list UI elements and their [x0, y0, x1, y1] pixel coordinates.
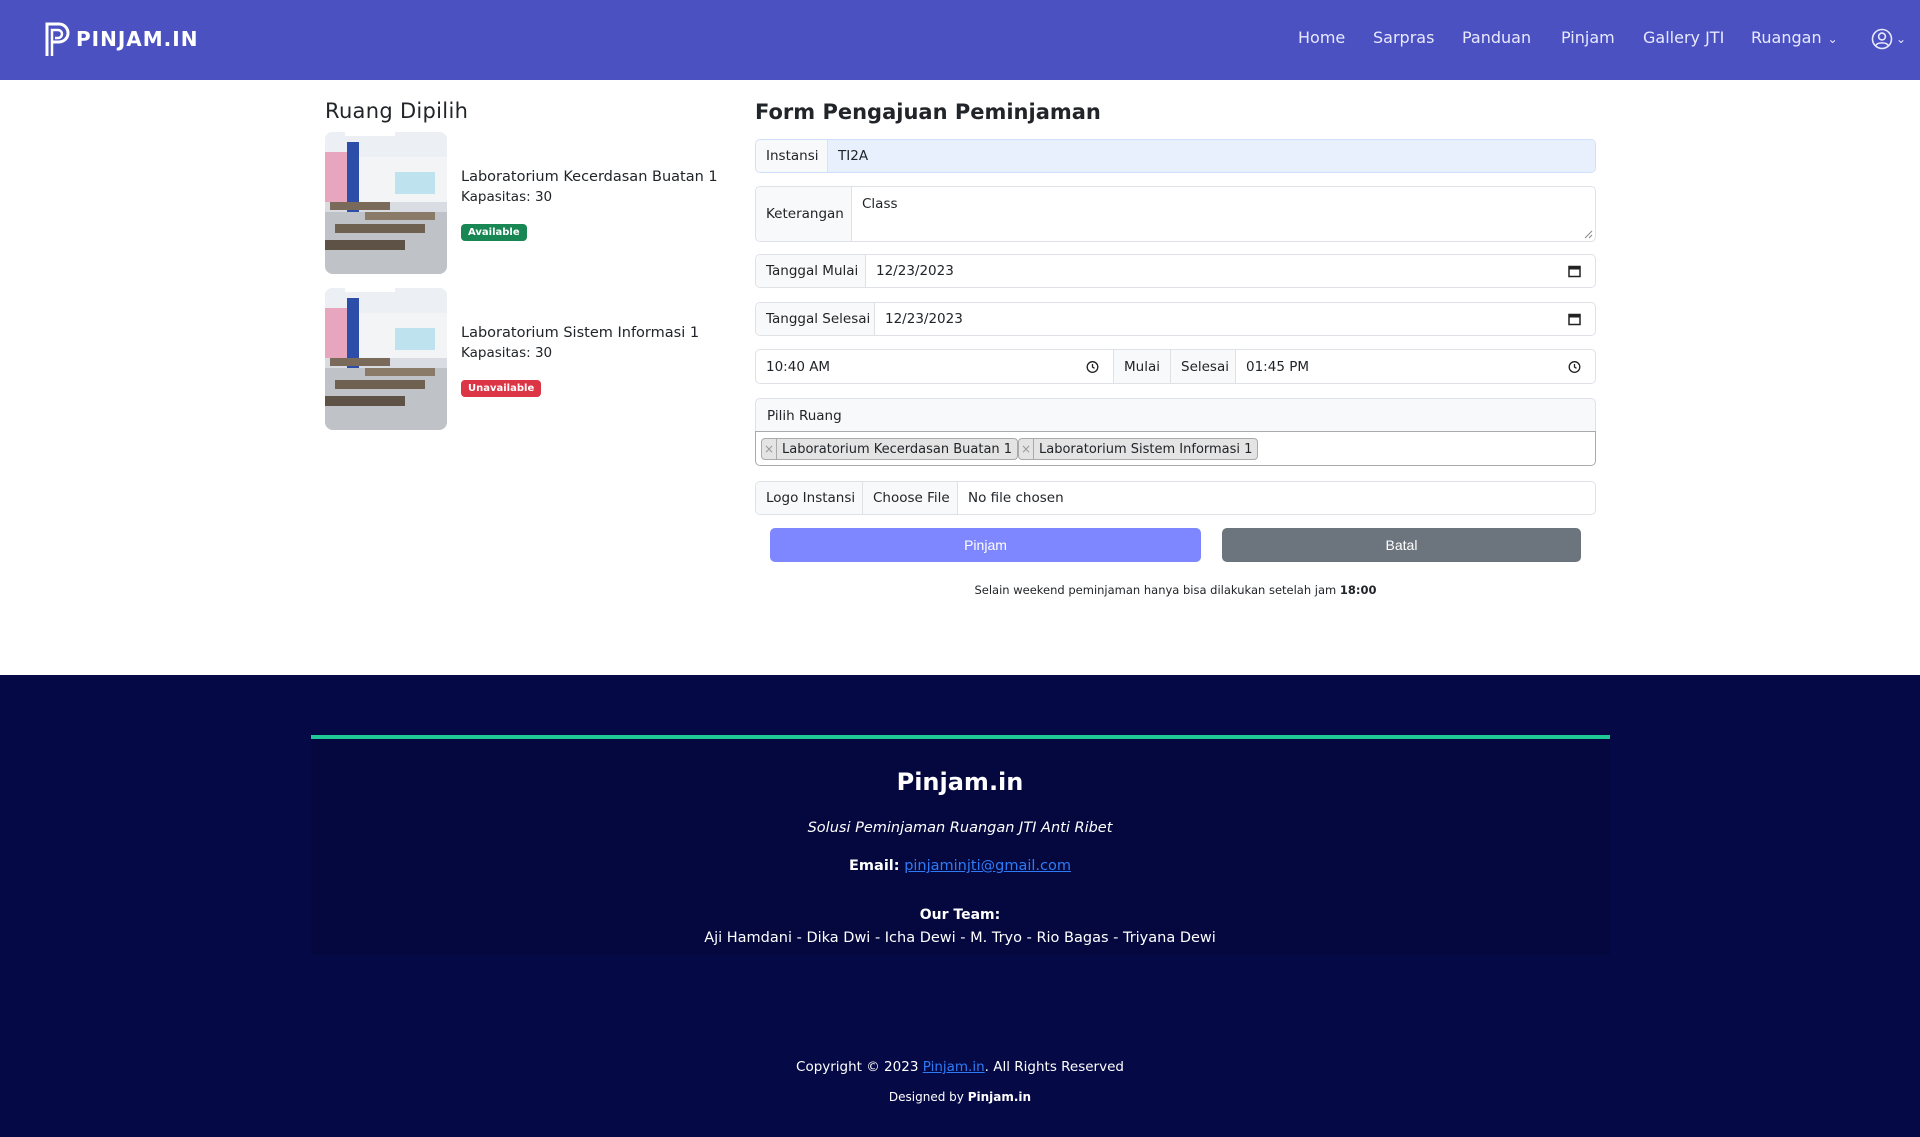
email-link[interactable]: pinjaminjti@gmail.com	[904, 858, 1071, 874]
team-label: Our Team:	[919, 907, 1001, 923]
room-capacity: Kapasitas: 30	[461, 345, 553, 361]
copyright-suffix: . All Rights Reserved	[984, 1059, 1124, 1075]
designed-by: Designed by Pinjam.in	[0, 1090, 1920, 1104]
tanggal-mulai-value: 12/23/2023	[876, 263, 954, 279]
keterangan-group: Keterangan Class	[755, 186, 1596, 242]
remove-chip-icon[interactable]: ×	[1019, 439, 1034, 459]
designed-name: Pinjam.in	[967, 1090, 1032, 1104]
status-badge: Available	[461, 224, 527, 241]
team-members: Aji Hamdani - Dika Dwi - Icha Dewi - M. …	[704, 930, 1216, 946]
chip-label: Laboratorium Kecerdasan Buatan 1	[782, 441, 1013, 457]
calendar-icon[interactable]	[1568, 313, 1581, 326]
waktu-mulai-input[interactable]: 10:40 AM	[756, 350, 1114, 383]
chevron-down-icon: ⌄	[1827, 32, 1838, 46]
tanggal-selesai-value: 12/23/2023	[885, 311, 963, 327]
chip-label: Laboratorium Sistem Informasi 1	[1039, 441, 1253, 457]
waktu-group: 10:40 AM Mulai Selesai 01:45 PM	[755, 349, 1596, 384]
status-badge: Unavailable	[461, 380, 542, 397]
tanggal-mulai-group: Tanggal Mulai 12/23/2023	[755, 254, 1596, 288]
pinjam-button[interactable]: Pinjam	[770, 528, 1201, 562]
instansi-label: Instansi	[756, 140, 828, 172]
user-menu[interactable]: ⌄	[1871, 28, 1906, 50]
remove-chip-icon[interactable]: ×	[762, 439, 777, 459]
clock-icon[interactable]	[1568, 360, 1581, 373]
room-name: Laboratorium Kecerdasan Buatan 1	[461, 169, 718, 185]
note-time: 18:00	[1339, 583, 1377, 597]
nav-ruangan-label: Ruangan	[1751, 28, 1822, 47]
waktu-selesai-input[interactable]: 01:45 PM	[1236, 350, 1595, 383]
file-status: No file chosen	[968, 490, 1064, 506]
room-capacity: Kapasitas: 30	[461, 189, 553, 205]
waktu-mulai-value: 10:40 AM	[766, 358, 831, 375]
nav-gallery-jti[interactable]: Gallery JTI	[1643, 28, 1724, 47]
logo-instansi-label: Logo Instansi	[756, 482, 863, 514]
pilih-ruang-label: Pilih Ruang	[755, 398, 1596, 432]
form-title: Form Pengajuan Peminjaman	[755, 100, 1101, 124]
choose-file-button[interactable]: Choose File	[863, 482, 958, 514]
footer-email: Email: pinjaminjti@gmail.com	[0, 858, 1920, 874]
waktu-selesai-value: 01:45 PM	[1246, 358, 1309, 375]
calendar-icon[interactable]	[1568, 265, 1581, 278]
footer-tagline: Solusi Peminjaman Ruangan JTI Anti Ribet	[807, 820, 1113, 836]
tanggal-mulai-label: Tanggal Mulai	[756, 255, 866, 287]
user-circle-icon	[1871, 28, 1893, 50]
batal-button[interactable]: Batal	[1222, 528, 1581, 562]
copyright-link[interactable]: Pinjam.in	[923, 1059, 985, 1075]
instansi-input[interactable]: TI2A	[828, 140, 1595, 172]
resize-handle-icon[interactable]	[1584, 230, 1593, 239]
email-label: Email:	[849, 858, 900, 874]
footer: Pinjam.in Solusi Peminjaman Ruangan JTI …	[0, 675, 1920, 1137]
designed-prefix: Designed by	[888, 1090, 964, 1104]
pilih-ruang-multiselect[interactable]: × Laboratorium Kecerdasan Buatan 1 × Lab…	[755, 431, 1596, 466]
nav-panduan[interactable]: Panduan	[1462, 28, 1531, 47]
keterangan-value: Class	[862, 196, 898, 212]
copyright-prefix: Copyright © 2023	[796, 1059, 919, 1075]
room-card[interactable]: Laboratorium Kecerdasan Buatan 1 Kapasit…	[325, 132, 725, 274]
tanggal-mulai-input[interactable]: 12/23/2023	[866, 255, 1595, 287]
nav-ruangan-dropdown[interactable]: Ruangan ⌄	[1751, 28, 1838, 47]
booking-note: Selain weekend peminjaman hanya bisa dil…	[755, 583, 1596, 597]
room-name: Laboratorium Sistem Informasi 1	[461, 325, 700, 341]
selected-room-chip: × Laboratorium Sistem Informasi 1	[1018, 438, 1259, 460]
nav-sarpras[interactable]: Sarpras	[1373, 28, 1434, 47]
instansi-group: Instansi TI2A	[755, 139, 1596, 173]
nav-menu: Home Sarpras Panduan Pinjam Gallery JTI …	[0, 28, 1920, 52]
nav-home[interactable]: Home	[1298, 28, 1345, 47]
selected-room-chip: × Laboratorium Kecerdasan Buatan 1	[761, 438, 1019, 460]
waktu-selesai-label: Selesai	[1171, 350, 1236, 383]
keterangan-label: Keterangan	[756, 187, 852, 241]
note-text: Selain weekend peminjaman hanya bisa dil…	[974, 583, 1337, 597]
tanggal-selesai-group: Tanggal Selesai 12/23/2023	[755, 302, 1596, 336]
room-card[interactable]: Laboratorium Sistem Informasi 1 Kapasita…	[325, 288, 725, 430]
nav-pinjam[interactable]: Pinjam	[1561, 28, 1615, 47]
tanggal-selesai-label: Tanggal Selesai	[756, 303, 875, 335]
selected-rooms-title: Ruang Dipilih	[325, 99, 469, 123]
tanggal-selesai-input[interactable]: 12/23/2023	[875, 303, 1595, 335]
keterangan-textarea[interactable]: Class	[852, 187, 1595, 241]
chevron-down-icon: ⌄	[1896, 32, 1907, 46]
clock-icon[interactable]	[1086, 360, 1099, 373]
waktu-mulai-label: Mulai	[1114, 350, 1171, 383]
copyright: Copyright © 2023 Pinjam.in. All Rights R…	[0, 1059, 1920, 1075]
footer-title: Pinjam.in	[896, 768, 1024, 796]
room-photo	[325, 288, 447, 430]
top-navbar: PINJAM.IN Home Sarpras Panduan Pinjam Ga…	[0, 0, 1920, 80]
logo-instansi-group: Logo Instansi Choose File No file chosen	[755, 481, 1596, 515]
room-photo	[325, 132, 447, 274]
